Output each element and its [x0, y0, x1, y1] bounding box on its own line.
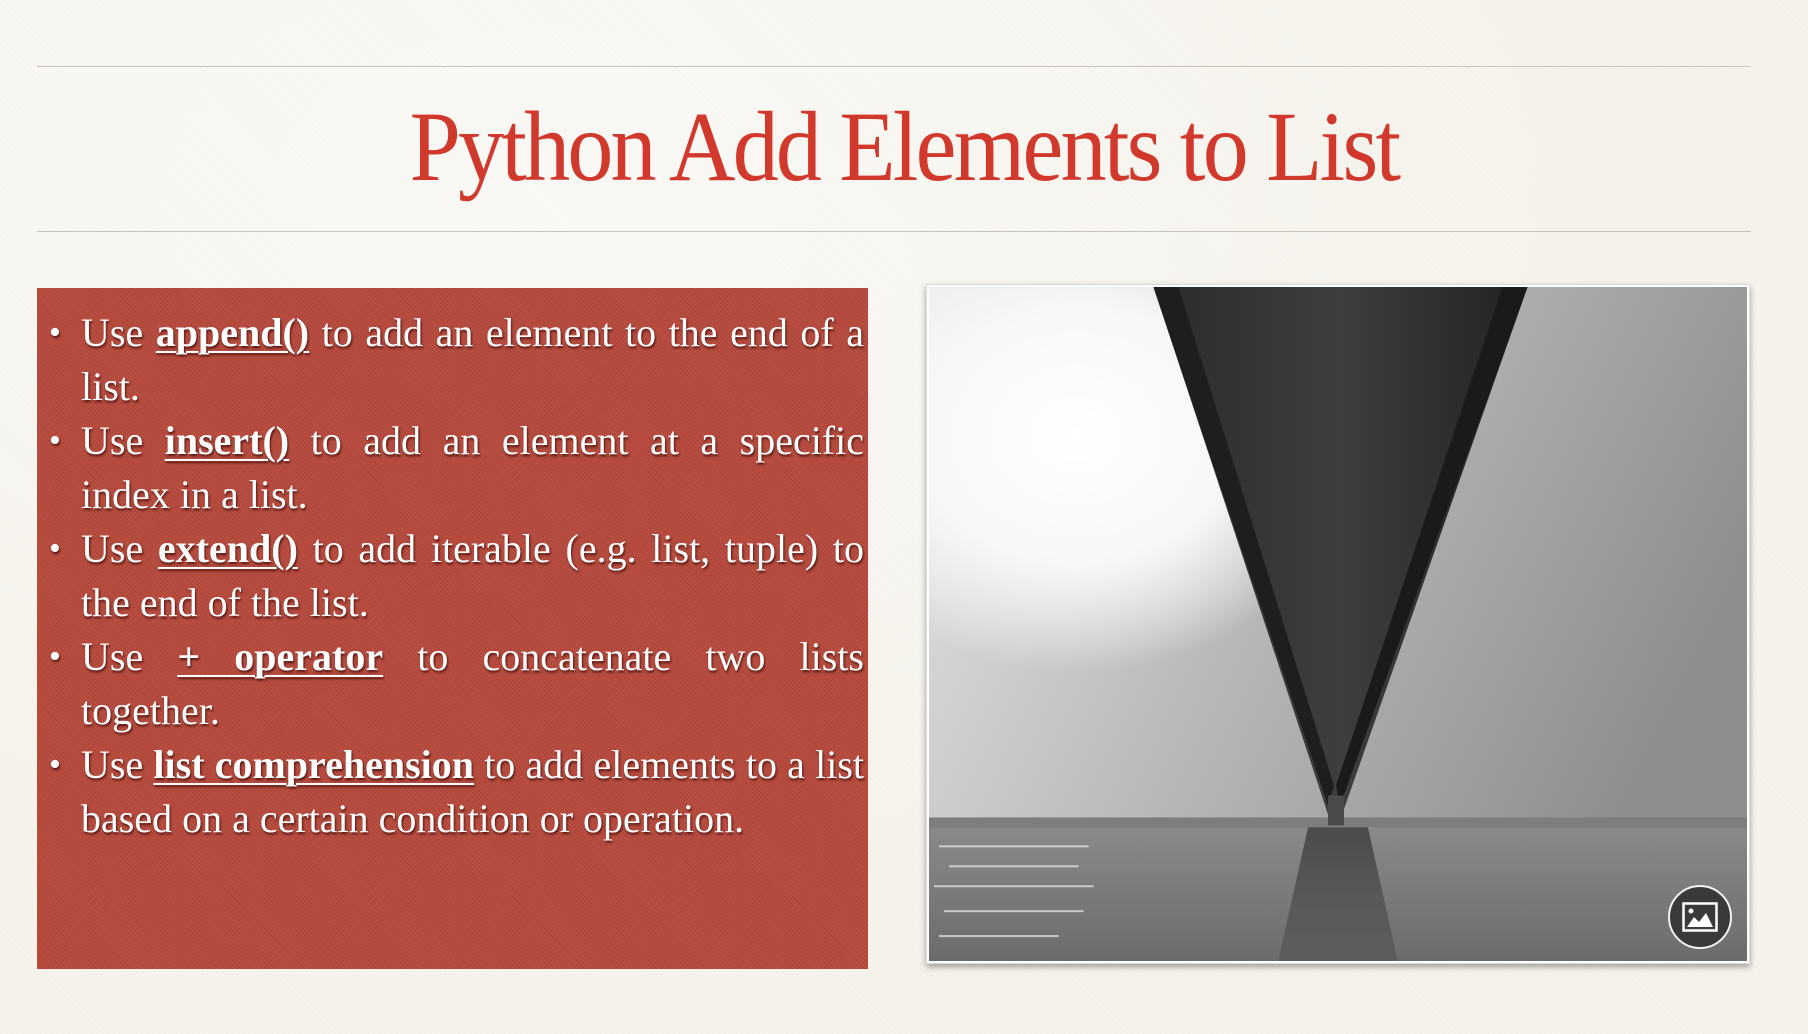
image-placeholder-button[interactable]: [1668, 885, 1732, 949]
bridge-photo-graphic: [929, 287, 1747, 961]
bullet-dot: •: [49, 746, 61, 783]
bullet-text: Use: [81, 526, 158, 571]
bullet-text: Use: [81, 310, 156, 355]
bullet-keyword: extend(): [157, 526, 298, 571]
bullet-dot: •: [49, 638, 61, 675]
bullet-keyword: append(): [155, 310, 310, 355]
image-icon: [1682, 902, 1718, 932]
top-divider: [37, 66, 1751, 67]
bullet-item: • Use + operator to concatenate two lists…: [49, 630, 864, 738]
bullet-list: • Use append() to add an element to the e…: [37, 288, 868, 846]
bottom-divider: [37, 231, 1751, 232]
bullet-item: • Use insert() to add an element at a spe…: [49, 414, 864, 522]
slide-title: Python Add Elements to List: [409, 91, 1401, 202]
bridge-photo: [929, 287, 1747, 961]
bullet-dot: •: [49, 314, 61, 351]
bullet-dot: •: [49, 422, 61, 459]
bullet-keyword: + operator: [177, 634, 384, 679]
bullet-text: Use: [81, 742, 154, 787]
bullet-keyword: list comprehension: [153, 742, 474, 787]
bullet-dot: •: [49, 530, 61, 567]
bullet-panel: • Use append() to add an element to the e…: [37, 288, 868, 969]
image-placeholder[interactable]: [926, 284, 1750, 964]
bullet-keyword: insert(): [164, 418, 290, 463]
bullet-item: • Use append() to add an element to the e…: [49, 306, 864, 414]
bullet-item: • Use list comprehension to add elements …: [49, 738, 864, 846]
bullet-text: Use: [81, 418, 165, 463]
bullet-text: Use: [81, 634, 178, 679]
bullet-item: • Use extend() to add iterable (e.g. list…: [49, 522, 864, 630]
